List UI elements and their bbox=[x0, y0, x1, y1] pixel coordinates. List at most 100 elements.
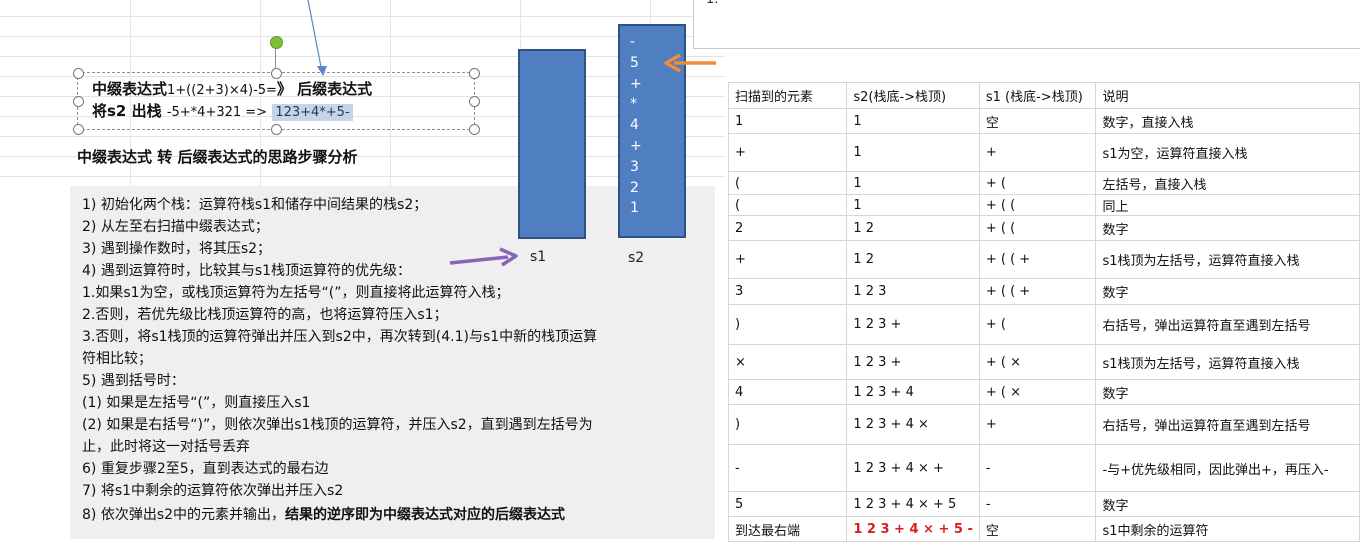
table-row: 1 1 空 数字，直接入栈 bbox=[727, 108, 1360, 134]
stack-item: - bbox=[630, 34, 636, 50]
table-cell: 数字 bbox=[1095, 278, 1360, 305]
table-cell: 同上 bbox=[1095, 194, 1360, 216]
resize-handle[interactable] bbox=[73, 124, 84, 135]
table-cell: 数字 bbox=[1095, 491, 1360, 517]
infix-label: 中缀表达式 bbox=[92, 80, 168, 98]
table-cell: 1 2 3 + 4 × + bbox=[846, 444, 980, 492]
table-cell: 空 bbox=[978, 108, 1097, 134]
table-cell: + ( × bbox=[978, 344, 1097, 380]
table-cell: s1中剩余的运算符 bbox=[1095, 516, 1360, 542]
table-header: s1 (栈底->栈顶) bbox=[978, 82, 1097, 109]
rotate-handle[interactable] bbox=[270, 36, 283, 49]
table-header: 说明 bbox=[1095, 82, 1360, 109]
table-cell: 1 2 3 + 4 bbox=[846, 379, 980, 405]
resize-handle[interactable] bbox=[271, 124, 282, 135]
table-row: ) 1 2 3 + + ( 右括号，弹出运算符直至遇到左括号 bbox=[727, 304, 1360, 345]
pop-label: 将s2 出栈 bbox=[92, 102, 162, 120]
table-cell: + ( ( bbox=[978, 194, 1097, 216]
table-cell: 3 bbox=[727, 278, 848, 305]
table-cell: 1 bbox=[727, 108, 848, 134]
table-header-row: 扫描到的元素 s2(栈底->栈顶) s1 (栈底->栈顶) 说明 bbox=[727, 82, 1360, 109]
resize-handle[interactable] bbox=[469, 68, 480, 79]
table-cell: 1 bbox=[846, 194, 980, 216]
infix-line: 中缀表达式1+((2+3)×4)-5=》 后缀表达式 bbox=[92, 78, 372, 99]
stack-item: 4 bbox=[630, 117, 639, 134]
stack-item: 3 bbox=[630, 158, 639, 175]
table-cell: + bbox=[978, 404, 1097, 445]
section-heading: 中缀表达式 转 后缀表达式的思路步骤分析 bbox=[77, 148, 358, 166]
table-cell: 1 2 3 + bbox=[846, 344, 980, 380]
step-line: 止，此时将这一对括号丢弃 bbox=[82, 439, 250, 455]
step-line: (2) 如果是右括号“)”，则依次弹出s1栈顶的运算符，并压入s2，直到遇到左括… bbox=[82, 417, 593, 433]
purple-arrow-icon bbox=[449, 247, 518, 267]
table-cell: 左括号，直接入栈 bbox=[1095, 171, 1360, 195]
pop-line: 将s2 出栈 -5+*4+321 => 123+4*+5- bbox=[92, 100, 353, 121]
s2-stack-items: - 5 + * 4 + 3 2 1 bbox=[630, 32, 642, 219]
resize-handle[interactable] bbox=[469, 124, 480, 135]
s1-stack bbox=[518, 49, 586, 239]
table-row: - 1 2 3 + 4 × + - -与+优先级相同，因此弹出+，再压入- bbox=[727, 444, 1360, 492]
table-row: 到达最右端 1 2 3 + 4 × + 5 - 空 s1中剩余的运算符 bbox=[727, 516, 1360, 542]
table-cell: ) bbox=[727, 304, 848, 345]
step-line: 3) 遇到操作数时，将其压s2； bbox=[82, 241, 272, 257]
conversion-table: 扫描到的元素 s2(栈底->栈顶) s1 (栈底->栈顶) 说明 1 1 空 数… bbox=[727, 82, 1360, 542]
resize-handle[interactable] bbox=[469, 96, 480, 107]
table-cell: + ( bbox=[978, 171, 1097, 195]
arrow-glyph: 》 bbox=[276, 80, 292, 98]
postfix-label: 后缀表达式 bbox=[297, 80, 373, 98]
table-cell: 数字 bbox=[1095, 379, 1360, 405]
table-cell: - bbox=[978, 444, 1097, 492]
infix-expression: 1+((2+3)×4)-5= bbox=[167, 83, 277, 98]
step-line: 1.如果s1为空，或栈顶运算符为左括号“(”，则直接将此运算符入栈； bbox=[82, 285, 510, 301]
table-cell: 1 2 3 bbox=[846, 278, 980, 305]
postfix-result: 123+4*+5- bbox=[272, 104, 353, 121]
reversed-expression: -5+*4+321 => bbox=[166, 105, 268, 120]
table-cell: 右括号，弹出运算符直至遇到左括号 bbox=[1095, 404, 1360, 445]
steps-panel: 1) 初始化两个栈：运算符栈s1和储存中间结果的栈s2； 2) 从左至右扫描中缀… bbox=[70, 186, 715, 539]
table-cell: s1为空，运算符直接入栈 bbox=[1095, 133, 1360, 172]
table-cell: + ( ( + bbox=[978, 278, 1097, 305]
table-cell: + ( bbox=[978, 304, 1097, 345]
table-cell: 2 bbox=[727, 215, 848, 241]
table-header: s2(栈底->栈顶) bbox=[846, 82, 980, 109]
step-line: 1) 初始化两个栈：运算符栈s1和储存中间结果的栈s2； bbox=[82, 197, 428, 213]
table-cell: 1 2 3 + 4 × bbox=[846, 404, 980, 445]
table-cell: s1栈顶为左括号，运算符直接入栈 bbox=[1095, 240, 1360, 279]
table-row: ) 1 2 3 + 4 × + 右括号，弹出运算符直至遇到左括号 bbox=[727, 404, 1360, 445]
step-line: 6) 重复步骤2至5，直到表达式的最右边 bbox=[82, 461, 329, 477]
stack-item: * bbox=[630, 96, 637, 113]
table-row: ( 1 + ( ( 同上 bbox=[727, 194, 1360, 216]
table-row: 2 1 2 + ( ( 数字 bbox=[727, 215, 1360, 241]
table-cell: - bbox=[978, 491, 1097, 517]
step-line: 2) 从左至右扫描中缀表达式； bbox=[82, 219, 269, 235]
table-cell: + ( ( + bbox=[978, 240, 1097, 279]
table-cell: + ( × bbox=[978, 379, 1097, 405]
stack-item: 1 bbox=[630, 200, 639, 217]
table-row: ( 1 + ( 左括号，直接入栈 bbox=[727, 171, 1360, 195]
table-cell: 空 bbox=[978, 516, 1097, 542]
table-cell: + ( ( bbox=[978, 215, 1097, 241]
table-row: + 1 + s1为空，运算符直接入栈 bbox=[727, 133, 1360, 172]
table-cell: -与+优先级相同，因此弹出+，再压入- bbox=[1095, 444, 1360, 492]
table-cell: + bbox=[727, 240, 848, 279]
step-line: (1) 如果是左括号“(”，则直接压入s1 bbox=[82, 395, 311, 411]
s1-label: s1 bbox=[530, 249, 547, 265]
table-cell: 1 2 3 + 4 × + 5 bbox=[846, 491, 980, 517]
table-cell: 数字 bbox=[1095, 215, 1360, 241]
table-row: + 1 2 + ( ( + s1栈顶为左括号，运算符直接入栈 bbox=[727, 240, 1360, 279]
table-cell: 1 bbox=[846, 108, 980, 134]
table-header: 扫描到的元素 bbox=[727, 82, 848, 109]
resize-handle[interactable] bbox=[73, 68, 84, 79]
step-line: 3.否则，将s1栈顶的运算符弹出并压入到s2中，再次转到(4.1)与s1中新的栈… bbox=[82, 329, 598, 345]
orange-arrow-icon bbox=[664, 53, 716, 73]
step-line: 2.否则，若优先级比栈顶运算符的高，也将运算符压入s1； bbox=[82, 307, 448, 323]
top-text-box[interactable]: 1. bbox=[693, 0, 1360, 49]
table-cell: + bbox=[727, 133, 848, 172]
table-cell: ( bbox=[727, 171, 848, 195]
step-line: 4) 遇到运算符时，比较其与s1栈顶运算符的优先级： bbox=[82, 263, 412, 279]
resize-handle[interactable] bbox=[73, 96, 84, 107]
table-cell: 4 bbox=[727, 379, 848, 405]
table-cell: s1栈顶为左括号，运算符直接入栈 bbox=[1095, 344, 1360, 380]
stack-item: 5 bbox=[630, 54, 639, 71]
final-result-cell: 1 2 3 + 4 × + 5 - bbox=[846, 516, 980, 542]
